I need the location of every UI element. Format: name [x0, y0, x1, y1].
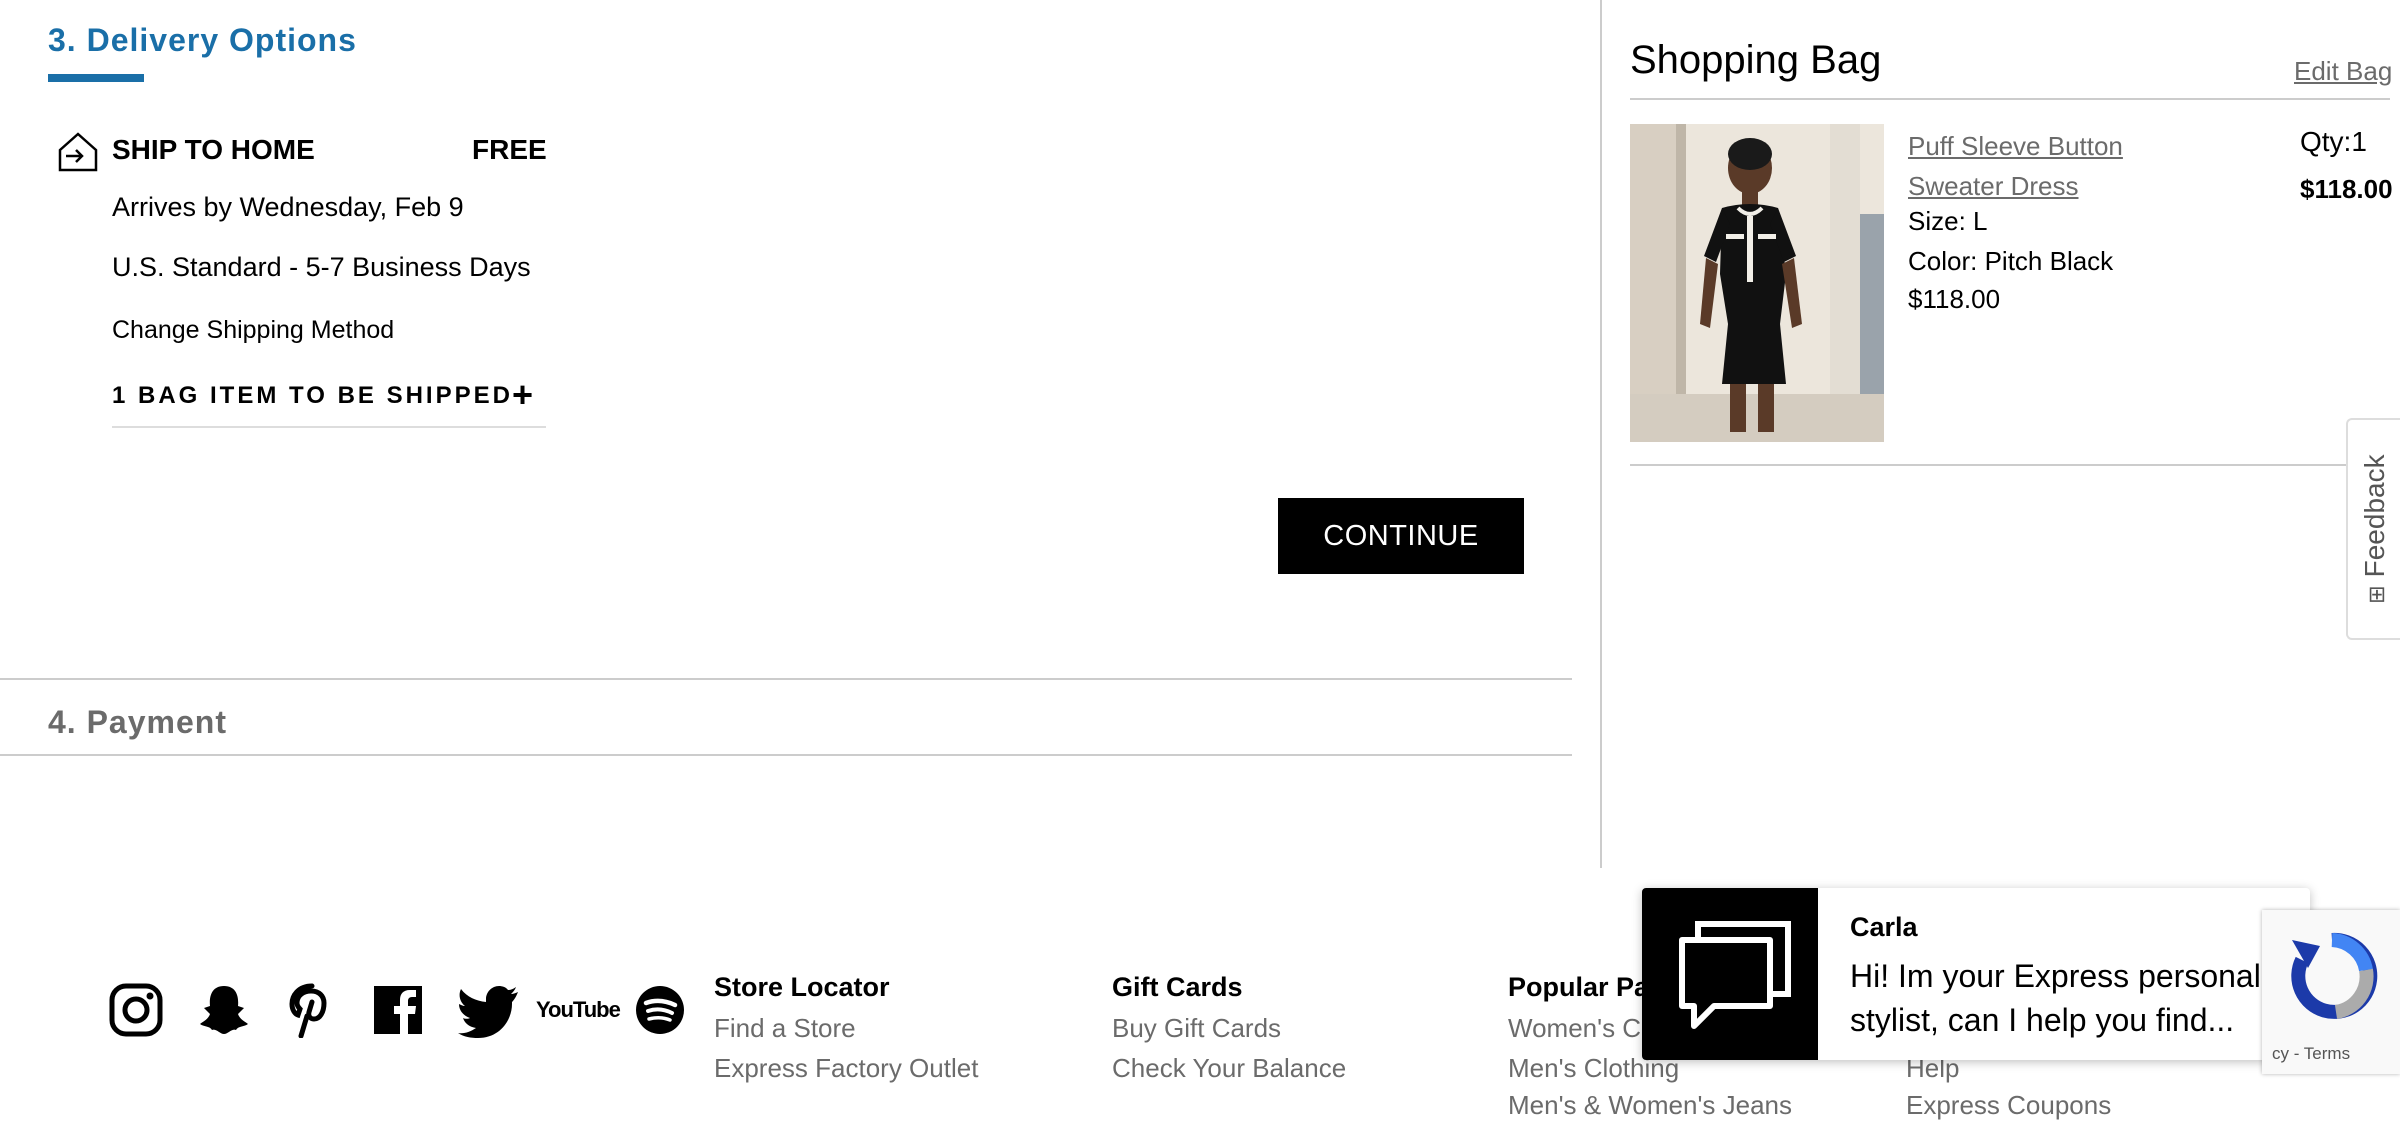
jeans-link[interactable]: Men's & Women's Jeans	[1508, 1090, 1792, 1121]
product-name-link[interactable]: Puff Sleeve Button Sweater Dress	[1908, 126, 2168, 206]
express-coupons-link[interactable]: Express Coupons	[1906, 1090, 2111, 1121]
womens-clothing-link[interactable]: Women's C	[1508, 1013, 1641, 1044]
chat-popup[interactable]: Carla Hi! Im your Express personal styli…	[1642, 888, 2310, 1060]
product-color: Color: Pitch Black	[1908, 246, 2114, 276]
bag-items-to-ship-toggle[interactable]: 1 BAG ITEM TO BE SHIPPED	[112, 382, 513, 410]
change-shipping-method-link[interactable]: Change Shipping Method	[112, 316, 394, 345]
product-price: $118.00	[1908, 284, 2001, 314]
store-locator-heading: Store Locator	[714, 972, 890, 1002]
line-total: $118.00	[2300, 174, 2393, 204]
divider	[112, 426, 546, 428]
facebook-icon[interactable]	[370, 982, 426, 1038]
recaptcha-badge[interactable]: cy - Terms	[2262, 910, 2400, 1074]
instagram-icon[interactable]	[108, 982, 164, 1038]
popular-pages-heading: Popular Pa	[1508, 972, 1650, 1002]
pinterest-icon[interactable]	[282, 982, 338, 1038]
find-a-store-link[interactable]: Find a Store	[714, 1013, 856, 1044]
feedback-tab[interactable]: ⊞ Feedback	[2346, 418, 2400, 640]
gift-cards-heading: Gift Cards	[1112, 972, 1243, 1002]
express-factory-outlet-link[interactable]: Express Factory Outlet	[714, 1053, 978, 1084]
divider	[1630, 464, 2370, 466]
delivery-step-title: 3. Delivery Options	[48, 22, 357, 58]
shipping-price: FREE	[472, 134, 547, 165]
chat-agent-name: Carla	[1850, 912, 1918, 942]
chat-message: Hi! Im your Express personal stylist, ca…	[1850, 958, 2261, 1038]
snapchat-icon[interactable]	[196, 982, 252, 1038]
edit-bag-link[interactable]: Edit Bag	[2294, 56, 2392, 87]
recaptcha-terms[interactable]: cy - Terms	[2272, 1044, 2350, 1064]
divider	[0, 754, 1572, 756]
product-image[interactable]	[1630, 124, 1884, 442]
column-divider	[1600, 0, 1602, 868]
arrival-date: Arrives by Wednesday, Feb 9	[112, 192, 464, 222]
plus-icon[interactable]: +	[512, 374, 533, 416]
spotify-icon[interactable]	[632, 982, 688, 1038]
twitter-icon[interactable]	[456, 982, 520, 1038]
divider	[0, 678, 1572, 680]
youtube-icon[interactable]: YouTube	[536, 982, 621, 1038]
ship-to-home-label: SHIP TO HOME	[112, 134, 315, 165]
payment-step-title[interactable]: 4. Payment	[48, 704, 227, 741]
chat-icon	[1642, 888, 1818, 1060]
product-size: Size: L	[1908, 206, 1988, 236]
check-balance-link[interactable]: Check Your Balance	[1112, 1053, 1346, 1084]
recaptcha-icon	[2291, 932, 2378, 1019]
shopping-bag-title: Shopping Bag	[1630, 38, 1882, 82]
feedback-label: ⊞ Feedback	[2359, 454, 2390, 607]
continue-button[interactable]: CONTINUE	[1278, 498, 1524, 574]
active-step-indicator	[48, 74, 144, 82]
ship-to-home-icon	[58, 132, 98, 172]
shipping-method: U.S. Standard - 5-7 Business Days	[112, 252, 531, 282]
product-quantity: Qty:1	[2300, 126, 2367, 157]
buy-gift-cards-link[interactable]: Buy Gift Cards	[1112, 1013, 1281, 1044]
divider	[1630, 98, 2390, 100]
feedback-icon: ⊞	[2367, 581, 2387, 607]
